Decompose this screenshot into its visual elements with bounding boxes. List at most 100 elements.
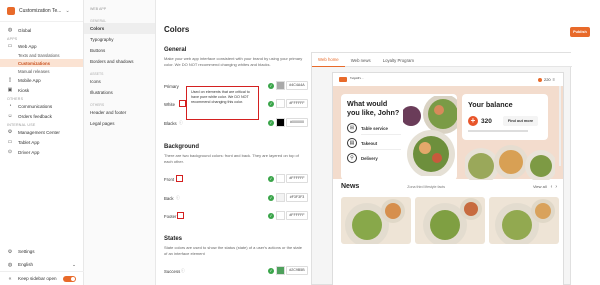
news-card-image[interactable]: [489, 197, 559, 244]
tab-web-news[interactable]: Web news: [345, 53, 377, 67]
web-app-icon: ▭: [7, 43, 13, 49]
order-card-body: What would you like, John? ⊞ Table servic…: [341, 94, 401, 163]
background-section-desc: There are two background colors: front a…: [164, 153, 299, 164]
hex-input[interactable]: #FFFFFF: [286, 174, 308, 183]
subnav-item-borders[interactable]: Borders and shadows: [84, 56, 155, 67]
subnav: WEB APP GENERAL Colors Typography Button…: [84, 0, 156, 285]
row-label: Footer: [164, 213, 177, 219]
food-bowl-illustration: [403, 96, 457, 176]
subnav-item-illustrations[interactable]: Illustrations: [84, 87, 155, 98]
color-swatch[interactable]: [276, 174, 285, 183]
settings-panel: Colors General Make your web app interfa…: [156, 0, 306, 285]
hex-input[interactable]: #FFFFFF: [286, 211, 308, 220]
sidebar-item-tablet-app[interactable]: ▭ Tablet App: [0, 137, 83, 147]
publish-button[interactable]: Publish: [570, 27, 590, 37]
sidebar-sub-manual-releases[interactable]: Manual releases: [0, 67, 83, 75]
hero-title: What would you like, John?: [347, 99, 400, 117]
hex-input[interactable]: #FFFFFF: [286, 99, 308, 108]
option-table-service[interactable]: ⊞ Table service: [347, 123, 401, 133]
news-food-illustration: [495, 199, 555, 244]
info-icon[interactable]: ⓘ: [179, 121, 183, 126]
sidebar-item-global[interactable]: ◍ Global: [0, 25, 83, 35]
arrow-right-icon[interactable]: ›: [555, 184, 557, 190]
preview-logo-icon: [339, 77, 347, 82]
sidebar-item-web-app[interactable]: ▭ Web App: [0, 41, 83, 51]
subnav-item-legal-pages[interactable]: Legal pages: [84, 118, 155, 129]
delivery-icon: ⚲: [347, 153, 357, 163]
hex-input[interactable]: #4C4A4A: [286, 81, 308, 90]
color-swatch[interactable]: [276, 81, 285, 90]
preview-scrollbar[interactable]: [559, 86, 561, 166]
sidebar-item-settings[interactable]: ⚙ Settings: [0, 245, 84, 258]
sidebar-item-management-center[interactable]: ⚙ Management Center: [0, 127, 83, 137]
app-name: Customization Te...: [19, 7, 62, 14]
background-section-title: Background: [164, 144, 200, 150]
mobile-icon: ▯: [8, 77, 12, 83]
row-label: Blacks: [164, 120, 177, 126]
view-all-link[interactable]: View all: [533, 184, 547, 189]
row-label: Front: [164, 176, 175, 182]
language-select[interactable]: ◍ English ⌄: [0, 258, 84, 271]
hex-input[interactable]: #000000: [286, 118, 308, 127]
hex-input[interactable]: #2C9B5B: [286, 266, 308, 275]
info-icon[interactable]: ⓘ: [176, 196, 180, 201]
info-icon-highlight[interactable]: [176, 175, 183, 182]
check-icon: ✓: [268, 195, 274, 201]
sidebar-item-orders-feedback[interactable]: ☺ Orders feedback: [0, 111, 83, 121]
gear-icon: ⚙: [7, 248, 13, 255]
divider: [361, 134, 401, 135]
info-icon-highlight[interactable]: [177, 212, 184, 219]
color-swatch[interactable]: [276, 266, 285, 275]
hex-input[interactable]: #F3F3F3: [286, 193, 308, 202]
color-swatch[interactable]: [276, 118, 285, 127]
color-row-footer: Footer ✓ #FFFFFF: [164, 211, 308, 221]
keep-sidebar-open: «Keep sidebar open: [0, 271, 84, 285]
sidebar-item-kiosk[interactable]: ▣ Kiosk: [0, 85, 83, 95]
states-section-title: States: [164, 236, 183, 242]
keep-sidebar-toggle[interactable]: [63, 275, 76, 282]
order-card: What would you like, John? ⊞ Table servic…: [341, 94, 457, 180]
preview-logo-text: Twigstill's ...: [350, 77, 364, 81]
chevron-down-icon: ⌄: [72, 261, 76, 267]
subnav-item-typography[interactable]: Typography: [84, 34, 155, 45]
subnav-item-header-footer[interactable]: Header and footer: [84, 107, 155, 118]
info-icon[interactable]: ⓘ: [181, 269, 185, 274]
color-swatch[interactable]: [276, 99, 285, 108]
add-balance-icon[interactable]: +: [468, 116, 478, 126]
color-swatch[interactable]: [276, 211, 285, 220]
arrow-left-icon[interactable]: ‹: [551, 184, 553, 190]
row-label: Success: [164, 268, 181, 274]
balance-value: 320: [481, 117, 492, 125]
subnav-item-icons[interactable]: Icons: [84, 76, 155, 87]
preview-tabs: Web home Web news Loyalty Program: [312, 53, 572, 67]
news-title: News: [341, 183, 360, 190]
option-delivery[interactable]: ⚲ Delivery: [347, 153, 401, 163]
find-out-more-button[interactable]: Find out more: [502, 116, 539, 126]
collapse-icon: «: [8, 275, 12, 282]
sidebar-item-driver-app[interactable]: ⊙ Driver App: [0, 147, 83, 157]
preview-frame: Twigstill's ... 220 ≡ What would you like…: [332, 72, 564, 285]
sidebar-sub-customizations[interactable]: Customizations: [0, 59, 83, 67]
color-swatch[interactable]: [276, 193, 285, 202]
subnav-item-colors[interactable]: Colors: [84, 23, 155, 34]
option-takeout[interactable]: ▤ Takeout: [347, 138, 401, 148]
sidebar-item-mobile-app[interactable]: ▯ Mobile App: [0, 75, 83, 85]
balance-progress: [468, 130, 528, 132]
info-icon-highlight[interactable]: [179, 100, 186, 107]
management-icon: ⚙: [7, 129, 13, 135]
row-label: Back: [164, 195, 174, 201]
balance-card-body: Your balance + 320 Find out more: [462, 94, 548, 138]
app-switcher[interactable]: Customization Te... ⌄: [0, 0, 83, 22]
sidebar-item-communications[interactable]: ◔ Communications: [0, 101, 83, 111]
tab-web-home[interactable]: Web home: [312, 53, 345, 67]
subnav-item-buttons[interactable]: Buttons: [84, 45, 155, 56]
subnav-section-general: GENERAL: [90, 19, 107, 23]
tab-loyalty-program[interactable]: Loyalty Program: [377, 53, 420, 67]
check-icon: ✓: [268, 101, 274, 107]
preview-panel: Web home Web news Loyalty Program Twigst…: [311, 52, 572, 285]
sidebar-sub-texts[interactable]: Texts and translations: [0, 51, 83, 59]
news-card-image[interactable]: [415, 197, 485, 244]
points-badge[interactable]: 220 ≡: [537, 77, 555, 82]
news-card-image[interactable]: [341, 197, 411, 244]
page-title: Colors: [164, 25, 190, 34]
